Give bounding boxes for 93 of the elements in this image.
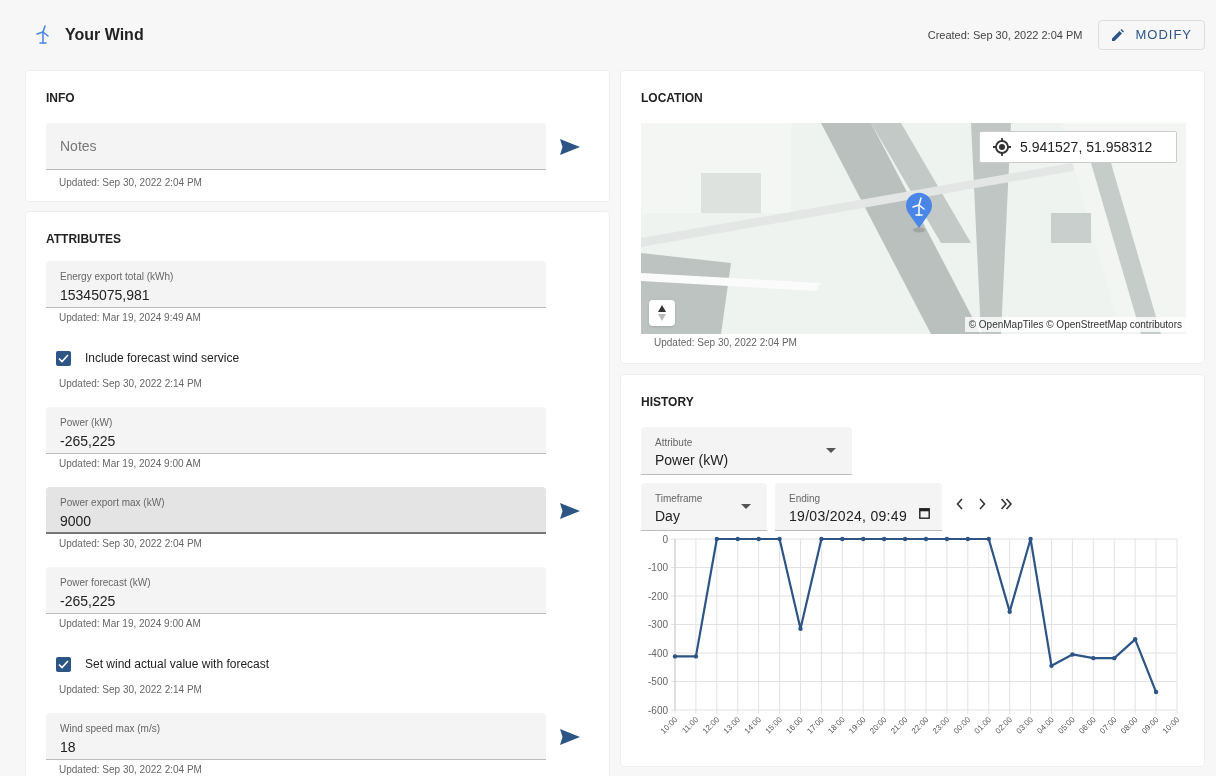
- data-point: [1070, 652, 1075, 657]
- data-point: [1028, 536, 1033, 542]
- data-point: [986, 536, 991, 542]
- attribute-field[interactable]: Power (kW) -265,225: [46, 407, 546, 454]
- data-point: [1112, 655, 1117, 661]
- checkbox[interactable]: [56, 656, 71, 672]
- section-title: HISTORY: [641, 394, 695, 411]
- data-point: [672, 654, 678, 659]
- data-point: [1007, 609, 1012, 614]
- updated-text: Updated: Sep 30, 2022 2:04 PM: [58, 764, 203, 776]
- timeframe-select[interactable]: Timeframe Day: [641, 483, 767, 531]
- section-title: ATTRIBUTES: [46, 231, 123, 248]
- attribute-field[interactable]: Energy export total (kWh) 15345075,981: [46, 261, 546, 308]
- updated-text: Updated: Sep 30, 2022 2:14 PM: [58, 684, 203, 696]
- data-point: [756, 536, 761, 542]
- data-point: [798, 626, 803, 631]
- data-point: [861, 536, 866, 542]
- page-title: Your Wind: [65, 25, 144, 45]
- section-title: INFO: [46, 90, 76, 107]
- coordinates-text: 5.941527, 51.958312: [1020, 137, 1153, 157]
- field-label: Attribute: [655, 436, 694, 450]
- double-chevron-right-icon[interactable]: [1000, 498, 1013, 510]
- send-icon[interactable]: [560, 502, 580, 519]
- data-point: [1132, 637, 1138, 642]
- dropdown-caret-icon: [741, 504, 751, 509]
- y-tick-label: -300: [648, 619, 668, 630]
- y-tick-label: 0: [662, 533, 668, 545]
- field-value: -265,225: [60, 432, 116, 451]
- field-value: 18: [60, 738, 76, 757]
- y-tick-label: -200: [648, 590, 668, 602]
- field-label: Energy export total (kWh): [60, 270, 174, 284]
- data-point: [1091, 655, 1096, 661]
- updated-text: Updated: Sep 30, 2022 2:14 PM: [58, 378, 203, 390]
- field-value: 9000: [60, 512, 92, 531]
- data-point: [902, 536, 908, 542]
- data-point: [714, 536, 720, 542]
- calendar-icon[interactable]: [919, 507, 930, 519]
- compass-icon: [657, 305, 667, 321]
- pencil-icon: [1111, 28, 1126, 42]
- field-label: Wind speed max (m/s): [60, 722, 161, 736]
- dropdown-caret-icon: [826, 448, 836, 453]
- data-point: [1049, 663, 1054, 669]
- field-value: 15345075,981: [60, 286, 150, 305]
- updated-text: Updated: Mar 19, 2024 9:49 AM: [58, 312, 202, 324]
- attribute-field[interactable]: Power forecast (kW) -265,225: [46, 567, 546, 614]
- wind-turbine-pin-icon[interactable]: [904, 191, 934, 233]
- y-tick-label: -500: [648, 676, 668, 687]
- target-icon[interactable]: [992, 137, 1012, 157]
- select-value: Power (kW): [655, 451, 729, 470]
- y-tick-label: -600: [648, 704, 668, 716]
- checkbox-label: Set wind actual value with forecast: [85, 656, 270, 673]
- updated-text: Updated: Sep 30, 2022 2:04 PM: [653, 336, 798, 350]
- attribute-select[interactable]: Attribute Power (kW): [641, 427, 852, 475]
- data-point: [923, 536, 929, 542]
- ending-field[interactable]: Ending 19/03/2024, 09:49: [775, 483, 942, 531]
- updated-text: Updated: Mar 19, 2024 9:00 AM: [58, 458, 202, 470]
- updated-text: Updated: Sep 30, 2022 2:04 PM: [58, 538, 203, 550]
- modify-button[interactable]: MODIFY: [1098, 20, 1205, 50]
- send-icon[interactable]: [560, 138, 580, 155]
- field-label: Power forecast (kW): [60, 576, 151, 590]
- data-point: [735, 536, 740, 542]
- notes-field[interactable]: Notes: [46, 123, 546, 170]
- section-title: LOCATION: [641, 90, 704, 107]
- field-value: -265,225: [60, 592, 116, 611]
- data-point: [777, 536, 782, 542]
- y-tick-label: -400: [648, 647, 668, 659]
- data-point: [1153, 689, 1159, 695]
- compass-button[interactable]: [649, 300, 675, 326]
- field-label: Timeframe: [655, 492, 704, 506]
- data-point: [881, 536, 887, 542]
- updated-text: Updated: Mar 19, 2024 9:00 AM: [58, 618, 202, 630]
- data-point: [965, 536, 971, 542]
- field-label: Ending: [789, 492, 822, 506]
- field-label: Power export max (kW): [60, 496, 165, 510]
- data-point: [944, 536, 950, 542]
- updated-text: Updated: Sep 30, 2022 2:04 PM: [58, 176, 203, 190]
- wind-turbine-icon: [35, 25, 51, 45]
- field-label: Power (kW): [60, 416, 113, 430]
- date-value: 19/03/2024, 09:49: [789, 507, 907, 526]
- y-tick-label: -100: [648, 562, 668, 573]
- attribute-field[interactable]: Wind speed max (m/s) 18: [46, 713, 546, 760]
- map-attribution: © OpenMapTiles © OpenStreetMap contributors: [964, 317, 1186, 332]
- chevron-right-icon[interactable]: [978, 498, 986, 510]
- created-date: Created: Sep 30, 2022 2:04 PM: [927, 27, 1083, 43]
- data-point: [693, 654, 699, 659]
- chevron-left-icon[interactable]: [956, 498, 964, 510]
- checkbox-label: Include forecast wind service: [85, 350, 240, 367]
- checkbox[interactable]: [56, 350, 71, 366]
- data-point: [840, 536, 845, 542]
- attribute-field[interactable]: Power export max (kW) 9000: [46, 487, 546, 534]
- select-value: Day: [655, 507, 680, 526]
- send-icon[interactable]: [560, 728, 580, 745]
- data-point: [819, 536, 824, 542]
